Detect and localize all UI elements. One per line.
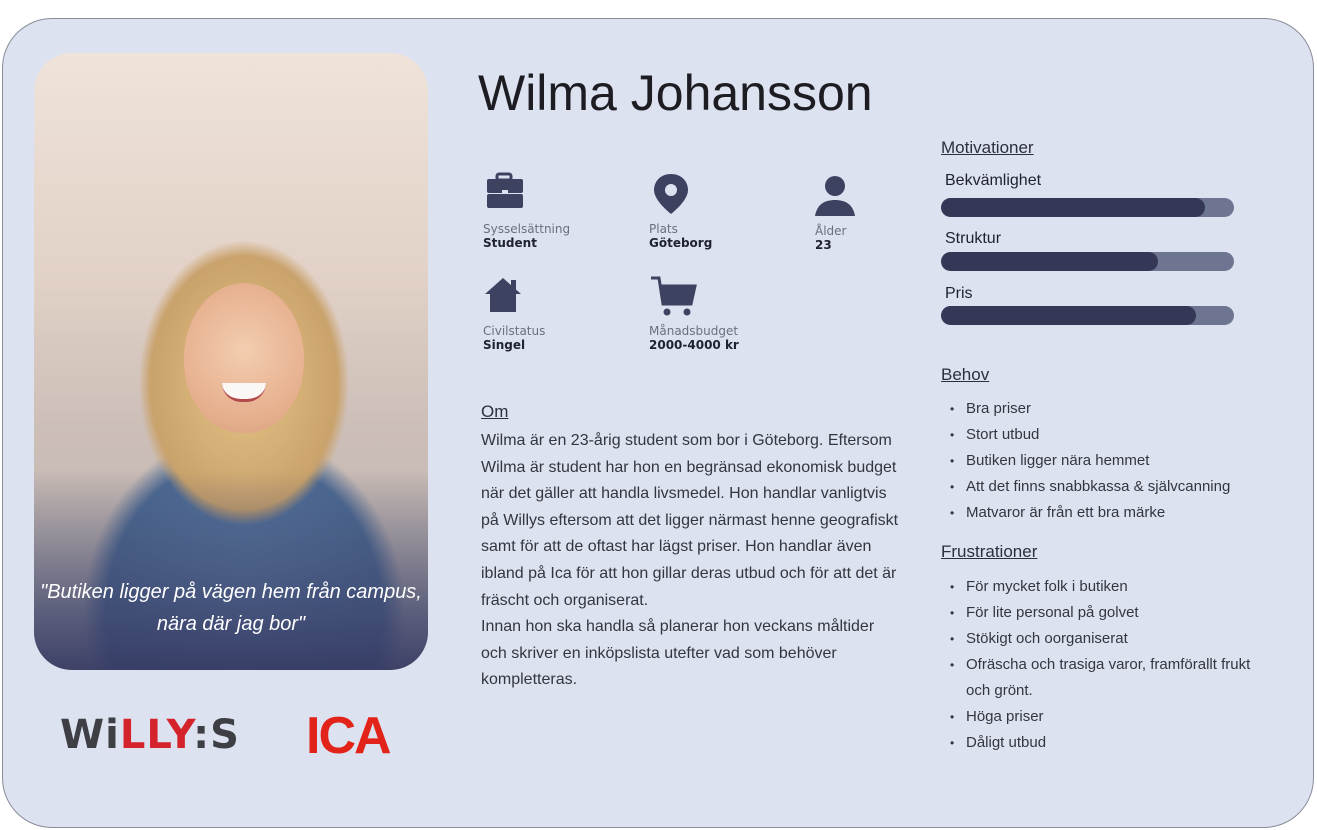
willys-logo: WiLLY:S xyxy=(60,712,240,758)
info-label: Sysselsättning xyxy=(483,222,571,236)
list-item: Att det finns snabbkassa & självcanning xyxy=(948,474,1230,500)
info-age: Ålder 23 xyxy=(815,174,945,252)
motivation-bar xyxy=(941,306,1234,325)
list-item: För mycket folk i butiken xyxy=(948,574,1258,600)
info-occupation: Sysselsättning Student xyxy=(483,172,613,250)
ica-logo: ICA xyxy=(306,707,392,765)
info-value: Student xyxy=(483,236,537,250)
motivation-bar-fill xyxy=(941,198,1205,217)
about-title: Om xyxy=(481,402,509,421)
needs-list: Bra priser Stort utbud Butiken ligger nä… xyxy=(948,396,1230,526)
photo-face xyxy=(184,283,304,433)
about-paragraph: Innan hon ska handla så planerar hon vec… xyxy=(481,618,875,689)
home-icon xyxy=(483,274,613,318)
info-location: Plats Göteborg xyxy=(649,172,779,250)
frustrations-title: Frustrationer xyxy=(941,542,1038,561)
motivation-bar-fill xyxy=(941,306,1196,325)
motivation-bar-fill xyxy=(941,252,1158,271)
briefcase-icon xyxy=(483,172,613,216)
motivations-title: Motivationer xyxy=(941,138,1034,157)
user-icon xyxy=(815,174,945,218)
info-label: Ålder xyxy=(815,224,847,238)
info-value: 23 xyxy=(815,238,832,252)
motivation-label: Pris xyxy=(945,285,973,302)
motivation-label: Struktur xyxy=(945,230,1002,247)
persona-name: Wilma Johansson xyxy=(478,65,873,121)
info-value: 2000-4000 kr xyxy=(649,338,739,352)
info-value: Singel xyxy=(483,338,526,352)
persona-quote: "Butiken ligger på vägen hem från campus… xyxy=(40,581,422,635)
map-pin-icon xyxy=(649,172,779,216)
list-item: Dåligt utbud xyxy=(948,730,1258,756)
info-label: Månadsbudget xyxy=(649,324,739,338)
info-label: Civilstatus xyxy=(483,324,546,338)
list-item: Butiken ligger nära hemmet xyxy=(948,448,1230,474)
list-item: Stort utbud xyxy=(948,422,1230,448)
list-item: Matvaror är från ett bra märke xyxy=(948,500,1230,526)
motivation-bar xyxy=(941,198,1234,217)
info-budget: Månadsbudget 2000-4000 kr xyxy=(649,274,779,352)
about-paragraph: Wilma är en 23-årig student som bor i Gö… xyxy=(481,432,899,609)
persona-photo: "Butiken ligger på vägen hem från campus… xyxy=(34,53,428,670)
info-value: Göteborg xyxy=(649,236,713,250)
info-civil-status: Civilstatus Singel xyxy=(483,274,613,352)
list-item: Ofräscha och trasiga varor, framförallt … xyxy=(948,652,1258,704)
motivation-label: Bekvämlighet xyxy=(945,172,1042,189)
info-label: Plats xyxy=(649,222,678,236)
list-item: För lite personal på golvet xyxy=(948,600,1258,626)
about-text: Wilma är en 23-årig student som bor i Gö… xyxy=(481,428,901,694)
motivation-bar xyxy=(941,252,1234,271)
list-item: Höga priser xyxy=(948,704,1258,730)
list-item: Bra priser xyxy=(948,396,1230,422)
shopping-cart-icon xyxy=(649,274,779,318)
list-item: Stökigt och oorganiserat xyxy=(948,626,1258,652)
frustrations-list: För mycket folk i butiken För lite perso… xyxy=(948,574,1258,756)
needs-title: Behov xyxy=(941,365,990,384)
photo-overlay xyxy=(34,470,428,670)
